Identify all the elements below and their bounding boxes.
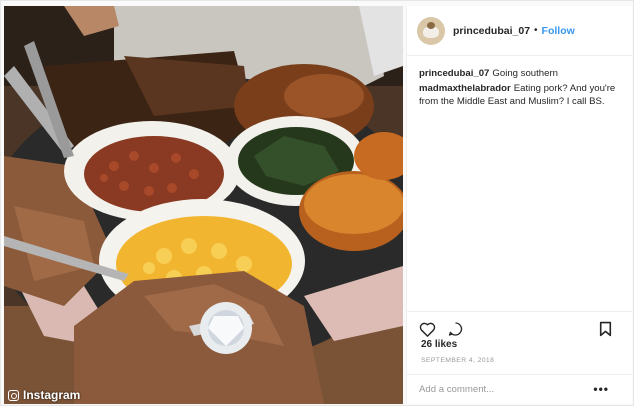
instagram-watermark: Instagram <box>8 388 80 402</box>
post-header: princedubai_07 • Follow <box>407 6 632 56</box>
add-comment-input[interactable] <box>419 384 579 395</box>
list-item: madmaxthelabrador Eating pork? And you're… <box>419 82 620 108</box>
header-separator: • <box>534 25 538 36</box>
bookmark-icon[interactable] <box>599 321 612 342</box>
comment-username[interactable]: princedubai_07 <box>419 68 489 79</box>
post-photo[interactable]: Instagram <box>4 6 403 404</box>
instagram-post-frame: Instagram princedubai_07 • Follow prince… <box>0 0 634 406</box>
more-options-icon[interactable]: ••• <box>593 382 609 396</box>
post-date: SEPTEMBER 4, 2018 <box>421 357 495 364</box>
header-username[interactable]: princedubai_07 <box>453 25 530 37</box>
food-platter-photo <box>4 6 403 404</box>
follow-button[interactable]: Follow <box>542 25 575 37</box>
post-sidebar: princedubai_07 • Follow princedubai_07 Go… <box>406 6 632 404</box>
caption-comment: princedubai_07 Going southern <box>419 67 620 80</box>
watermark-label: Instagram <box>23 388 81 402</box>
instagram-glyph-icon <box>8 389 19 401</box>
comments-list: princedubai_07 Going southern madmaxthela… <box>407 56 632 108</box>
avatar[interactable] <box>417 16 445 45</box>
likes-count[interactable]: 26 likes <box>421 339 457 350</box>
comment-text: Going southern <box>492 68 558 79</box>
post-actions-bar <box>407 311 632 341</box>
comment-username[interactable]: madmaxthelabrador <box>419 83 511 94</box>
add-comment-bar: ••• <box>407 374 632 404</box>
